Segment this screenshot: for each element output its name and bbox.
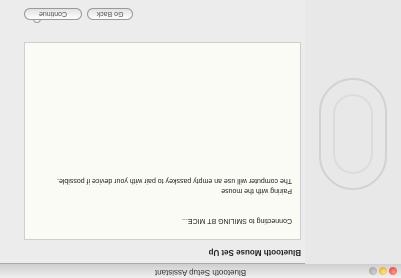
window-title: Bluetooth Setup Assistant: [154, 268, 247, 277]
content-box: Connecting to SMILING BT MICE... Pairing…: [24, 15, 301, 240]
mouse-icon: [319, 78, 387, 190]
description-line-2: The computer will use an empty passkey t…: [57, 177, 292, 184]
bluetooth-setup-window: Bluetooth Setup Assistant Bluetooth Mous…: [0, 0, 401, 278]
title-bar: Bluetooth Setup Assistant: [0, 263, 401, 278]
mouse-illustration-panel: [305, 0, 401, 264]
page-title: Bluetooth Mouse Set Up: [208, 248, 301, 257]
go-back-button[interactable]: Go Back: [87, 8, 133, 20]
description: Pairing with the mouse The computer will…: [37, 175, 292, 195]
connection-status: Connecting to SMILING BT MICE...: [182, 217, 292, 224]
description-line-1: Pairing with the mouse: [221, 187, 292, 194]
continue-button[interactable]: Continue: [24, 8, 82, 20]
